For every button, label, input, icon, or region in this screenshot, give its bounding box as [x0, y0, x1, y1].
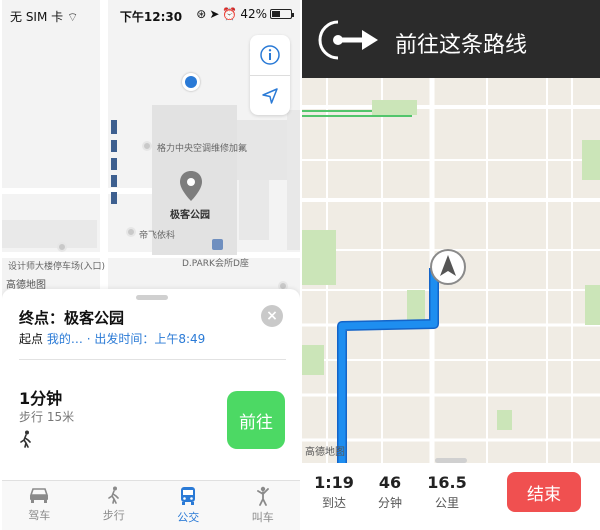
walk-distance: 步行 15米	[19, 410, 75, 424]
building-icon	[212, 239, 223, 250]
route-preview-screen: 无 SIM 卡 ⌔ 下午12:30 ⊛ ➤ ⏰ 42% 格力中央空调维修加氟 极…	[2, 0, 300, 530]
minutes-stat: 46 分钟	[370, 473, 410, 511]
go-button[interactable]: 前往	[227, 391, 285, 449]
close-icon: ×	[266, 308, 278, 324]
minutes-label: 分钟	[377, 496, 402, 510]
user-location-dot	[182, 73, 200, 91]
origin-label: 起点	[19, 332, 44, 346]
destination-title: 终点：极客公园	[19, 309, 125, 327]
tab-transit-label: 公交	[177, 511, 200, 524]
hail-icon	[256, 486, 269, 506]
arrival-time: 1:19	[314, 473, 354, 492]
sheet-grabber[interactable]	[435, 458, 467, 463]
tab-walk[interactable]: 步行	[77, 481, 152, 530]
minutes-value: 46	[378, 473, 402, 492]
info-button[interactable]	[250, 35, 290, 75]
tab-walk-label: 步行	[102, 509, 125, 522]
nav-instruction-banner: 前往这条路线	[302, 0, 600, 78]
tab-hail[interactable]: 叫车	[226, 481, 301, 530]
poi-parking-label[interactable]: 设计师大楼停车场(入口)	[8, 259, 105, 272]
tab-transit[interactable]: 公交	[151, 481, 226, 530]
location-arrow-icon: ➤	[209, 7, 220, 21]
navigation-arrow-icon	[262, 87, 278, 104]
poi-dot	[126, 227, 136, 237]
origin-value[interactable]: 我的…	[47, 332, 83, 346]
depart-time[interactable]: 上午8:49	[154, 332, 205, 346]
trip-summary-bar: 1:19 到达 46 分钟 16.5 公里 结束	[302, 458, 600, 530]
tab-hail-label: 叫车	[251, 511, 274, 524]
transport-tabbar: 驾车 步行 公交 叫车	[2, 480, 300, 530]
route-duration: 1分钟	[19, 389, 63, 408]
map-controls	[250, 35, 290, 115]
walk-step	[19, 430, 33, 452]
bus-icon	[181, 487, 196, 505]
status-right: ⊛ ➤ ⏰ 42%	[196, 7, 294, 21]
nav-position-marker	[429, 248, 467, 286]
status-bar: 无 SIM 卡 ⌔ 下午12:30 ⊛ ➤ ⏰ 42%	[2, 0, 300, 30]
tab-drive[interactable]: 驾车	[2, 481, 77, 530]
battery-percent: 42%	[240, 7, 267, 21]
route-sheet: 终点：极客公园 × 起点 我的… · 出发时间：上午8:49 1分钟 步行 15…	[2, 289, 300, 480]
alarm-icon: ⏰	[222, 7, 238, 21]
route-summary: 起点 我的… · 出发时间：上午8:49	[19, 330, 205, 347]
map-pin-icon	[180, 171, 202, 201]
walk-icon	[20, 430, 31, 448]
poi-dpark-label[interactable]: D.PARK会所D座	[182, 256, 249, 269]
arrival-stat: 1:19 到达	[314, 473, 354, 511]
poi-dot	[142, 141, 152, 151]
poi-geli-label[interactable]: 格力中央空调维修加氟	[157, 141, 247, 154]
battery-icon	[270, 9, 294, 19]
close-button[interactable]: ×	[261, 305, 283, 327]
nav-instruction-text: 前往这条路线	[395, 33, 528, 58]
navigation-screen: 前往这条路线 高德地图 1:19 到达 46 分钟 16.5 公里 结束	[302, 0, 600, 530]
tab-drive-label: 驾车	[28, 509, 51, 522]
sheet-grabber[interactable]	[136, 295, 168, 300]
navigation-arrow-icon	[430, 249, 466, 285]
walk-icon	[107, 486, 119, 504]
distance-value: 16.5	[427, 473, 467, 492]
go-route-icon	[318, 20, 378, 60]
locate-button[interactable]	[250, 75, 290, 115]
poi-park-label[interactable]: 极客公园	[170, 206, 210, 221]
depart-label[interactable]: · 出发时间：	[87, 332, 155, 346]
divider	[19, 359, 286, 360]
destination-pin[interactable]	[178, 170, 204, 202]
car-icon	[30, 488, 49, 503]
rotation-lock-icon: ⊛	[196, 7, 207, 21]
arrival-label: 到达	[321, 496, 346, 510]
poi-difei-label[interactable]: 帝飞依科	[139, 228, 175, 241]
info-icon	[260, 45, 280, 65]
end-navigation-button[interactable]: 结束	[507, 472, 581, 512]
poi-dot	[57, 242, 67, 252]
gaode-logo: 高德地图	[305, 447, 345, 458]
distance-label: 公里	[434, 496, 459, 510]
distance-stat: 16.5 公里	[424, 473, 470, 511]
